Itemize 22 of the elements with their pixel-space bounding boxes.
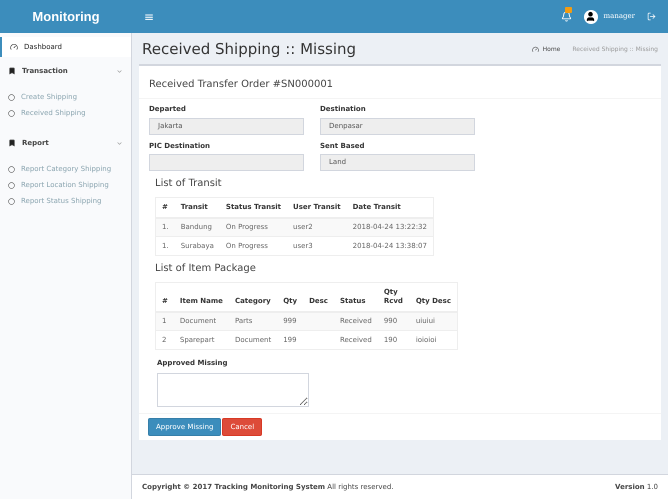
bookmark-icon	[8, 67, 16, 75]
dashboard-icon	[532, 46, 539, 53]
chevron-icon	[116, 140, 123, 146]
card-title: Received Transfer Order #SN000001	[149, 79, 334, 90]
circle-icon	[8, 166, 15, 172]
section-title: List of Transit	[155, 179, 223, 189]
page-title: Received Shipping :: Missing	[142, 39, 356, 60]
logout-icon[interactable]	[647, 12, 656, 21]
readonly-field[interactable]	[149, 154, 304, 171]
circle-icon	[8, 94, 15, 100]
menu-toggle[interactable]: ≡	[144, 8, 154, 26]
approved-missing-field[interactable]	[157, 372, 309, 407]
bookmark-icon	[8, 139, 16, 147]
dashboard-icon	[10, 43, 18, 51]
circle-icon	[8, 182, 15, 188]
circle-icon	[8, 198, 15, 204]
section-title: List of Item Package	[155, 264, 257, 274]
brand-logo[interactable]: Monitoring	[32, 6, 100, 26]
avatar-icon[interactable]	[584, 10, 598, 24]
badge-icon	[564, 7, 572, 13]
circle-icon	[8, 110, 15, 116]
chevron-icon	[116, 68, 123, 74]
